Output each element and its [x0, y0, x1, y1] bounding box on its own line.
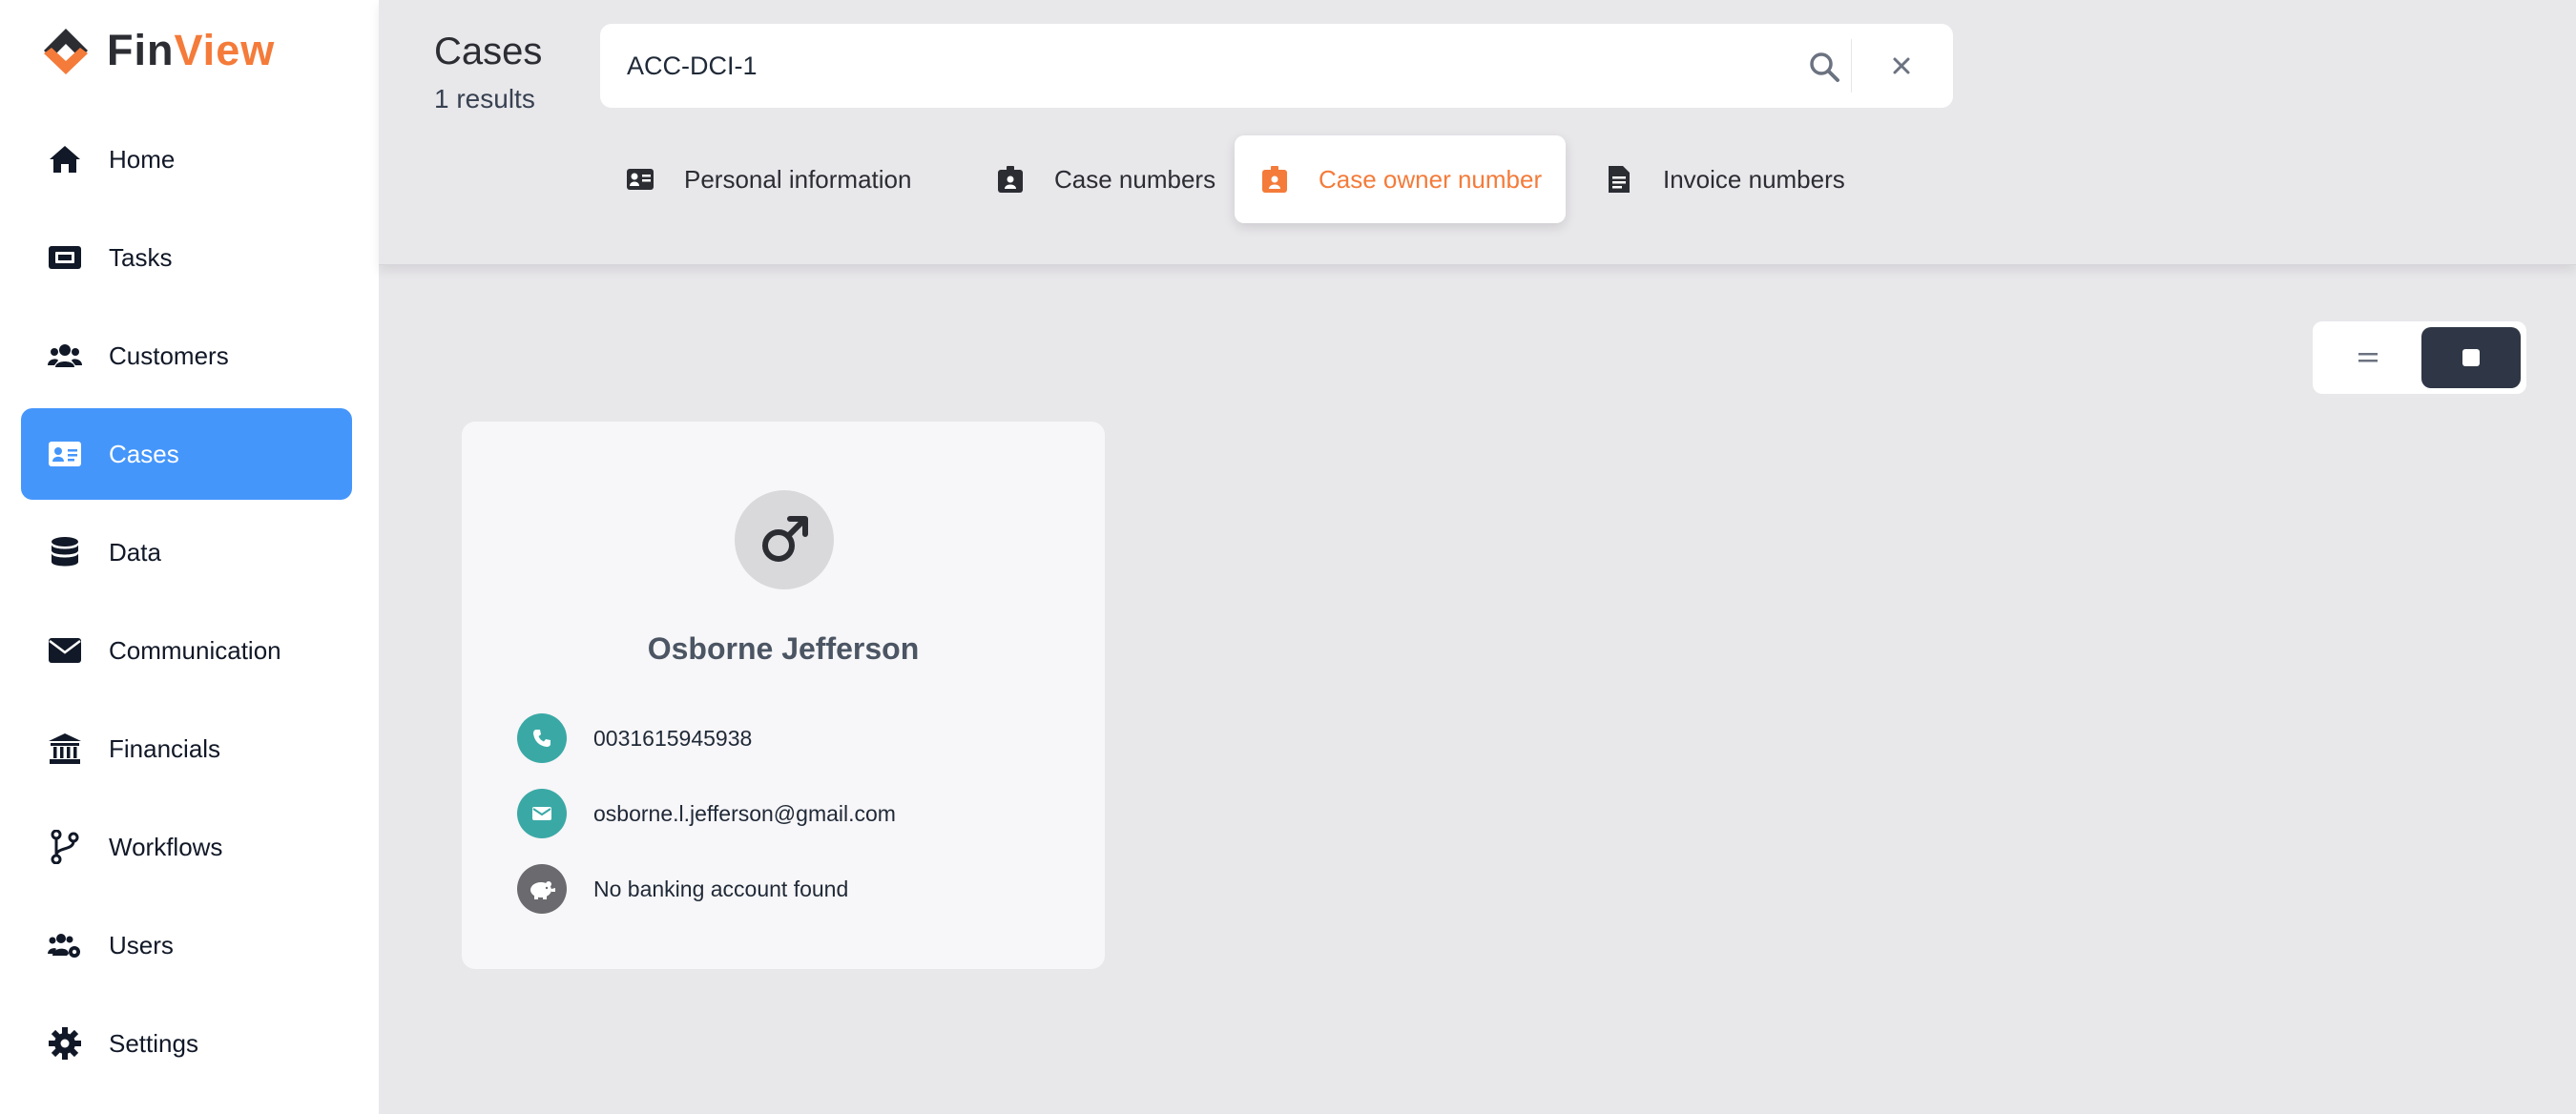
sidebar-item-financials[interactable]: Financials: [21, 703, 352, 794]
view-toggle: [2313, 321, 2526, 394]
finview-logo[interactable]: FinView: [38, 23, 275, 78]
sidebar-item-label: Financials: [109, 733, 221, 763]
home-icon: [48, 142, 82, 176]
ticket-icon: [48, 240, 82, 275]
sidebar-item-settings[interactable]: Settings: [21, 998, 352, 1089]
sidebar-item-home[interactable]: Home: [21, 113, 352, 205]
sidebar-item-label: Settings: [109, 1028, 198, 1058]
finview-logo-icon: [44, 29, 88, 74]
database-icon: [48, 535, 82, 569]
tab-label: Case numbers: [1054, 164, 1216, 194]
sidebar-item-cases[interactable]: Cases: [21, 408, 352, 500]
square-icon: [2462, 349, 2480, 366]
sidebar-item-label: Workflows: [109, 832, 223, 861]
email-row: osborne.l.jefferson@gmail.com: [517, 789, 896, 838]
users-cog-icon: [48, 928, 82, 962]
sidebar-item-users[interactable]: Users: [21, 899, 352, 991]
badge-icon: [995, 164, 1026, 195]
search-icon[interactable]: [1808, 51, 1840, 83]
badge-icon: [1259, 164, 1290, 195]
list-icon: [2358, 353, 2378, 362]
sidebar-item-label: Users: [109, 930, 174, 959]
branch-icon: [48, 830, 82, 864]
email-address[interactable]: osborne.l.jefferson@gmail.com: [593, 801, 896, 827]
customer-card[interactable]: Osborne Jefferson 0031615945938 osborne.…: [462, 422, 1105, 969]
document-icon: [1604, 164, 1634, 195]
page-header: Cases 1 results Personal information Cas…: [379, 0, 2576, 265]
results-count: 1 results: [434, 84, 535, 113]
phone-number: 0031615945938: [593, 725, 753, 751]
tab-personal-information[interactable]: Personal information: [600, 135, 963, 223]
tab-invoice-numbers[interactable]: Invoice numbers: [1579, 135, 1865, 223]
tab-label: Personal information: [684, 164, 912, 194]
sidebar-item-communication[interactable]: Communication: [21, 605, 352, 696]
logo-text: FinView: [107, 26, 275, 75]
sidebar-item-tasks[interactable]: Tasks: [21, 212, 352, 303]
phone-icon: [517, 713, 567, 763]
piggy-bank-icon: [517, 864, 567, 914]
sidebar-item-label: Communication: [109, 635, 281, 665]
envelope-icon: [48, 633, 82, 668]
male-icon: [762, 516, 808, 562]
sidebar-item-data[interactable]: Data: [21, 506, 352, 598]
avatar: [735, 490, 834, 589]
logo-view: View: [174, 26, 276, 74]
sidebar-item-label: Tasks: [109, 242, 173, 272]
customer-name: Osborne Jefferson: [647, 631, 920, 666]
envelope-icon: [517, 789, 567, 838]
bank-icon: [48, 732, 82, 766]
search-tabs: Personal information Case numbers Case o…: [379, 135, 2576, 223]
search-bar: [600, 24, 1953, 108]
tab-label: Invoice numbers: [1663, 164, 1845, 194]
phone-row: 0031615945938: [517, 713, 752, 763]
list-view-button[interactable]: [2318, 327, 2418, 388]
sidebar-item-customers[interactable]: Customers: [21, 310, 352, 402]
tab-label: Case owner number: [1319, 164, 1543, 194]
page-title: Cases: [434, 31, 543, 72]
search-divider: [1851, 39, 1852, 93]
sidebar: FinView Home Tasks Customers Cases Data …: [0, 0, 379, 1114]
sidebar-item-label: Customers: [109, 340, 229, 370]
clear-icon[interactable]: [1888, 52, 1915, 79]
sidebar-item-label: Data: [109, 537, 161, 567]
tab-case-owner-number[interactable]: Case owner number: [1235, 135, 1566, 223]
id-card-icon: [625, 164, 655, 195]
sidebar-item-label: Cases: [109, 439, 179, 468]
bank-account-status: No banking account found: [593, 876, 849, 901]
grid-view-button[interactable]: [2421, 327, 2521, 388]
sidebar-item-workflows[interactable]: Workflows: [21, 801, 352, 893]
gear-icon: [48, 1026, 82, 1061]
sidebar-item-label: Home: [109, 144, 176, 174]
logo-fin: Fin: [107, 26, 175, 74]
bank-row: No banking account found: [517, 864, 848, 914]
users-icon: [48, 339, 82, 373]
id-card-icon: [48, 437, 82, 471]
search-input[interactable]: [627, 24, 1772, 108]
